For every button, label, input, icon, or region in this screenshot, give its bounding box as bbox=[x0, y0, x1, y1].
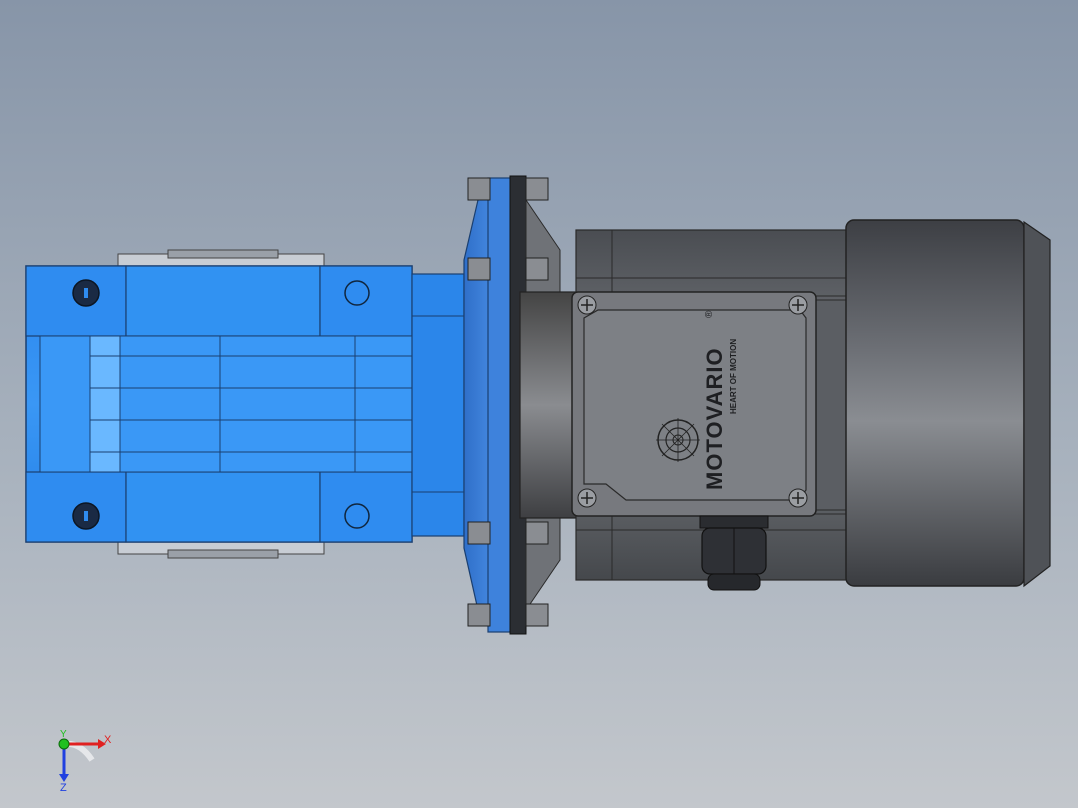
terminal-box: MOTOVARIO ® HEART OF MOTION bbox=[571, 291, 817, 517]
cable-gland bbox=[699, 515, 769, 591]
screw-icon bbox=[788, 488, 808, 508]
motovario-logo-icon bbox=[656, 418, 700, 462]
z-axis-label: Z bbox=[60, 782, 67, 794]
brand-logo-text: MOTOVARIO bbox=[702, 347, 727, 490]
coordinate-triad[interactable]: X Y Z bbox=[58, 729, 112, 794]
brand-registered-mark: ® bbox=[704, 310, 715, 318]
y-axis-marker bbox=[58, 738, 70, 750]
y-axis-label: Y bbox=[60, 729, 67, 740]
screw-icon bbox=[577, 295, 597, 315]
x-axis-label: X bbox=[104, 734, 112, 746]
brand-tagline: HEART OF MOTION bbox=[729, 339, 738, 414]
screw-icon bbox=[577, 488, 597, 508]
gearbox-housing bbox=[25, 249, 465, 559]
cad-viewport[interactable]: MOTOVARIO ® HEART OF MOTION X Y Z bbox=[0, 0, 1078, 808]
screw-icon bbox=[788, 295, 808, 315]
